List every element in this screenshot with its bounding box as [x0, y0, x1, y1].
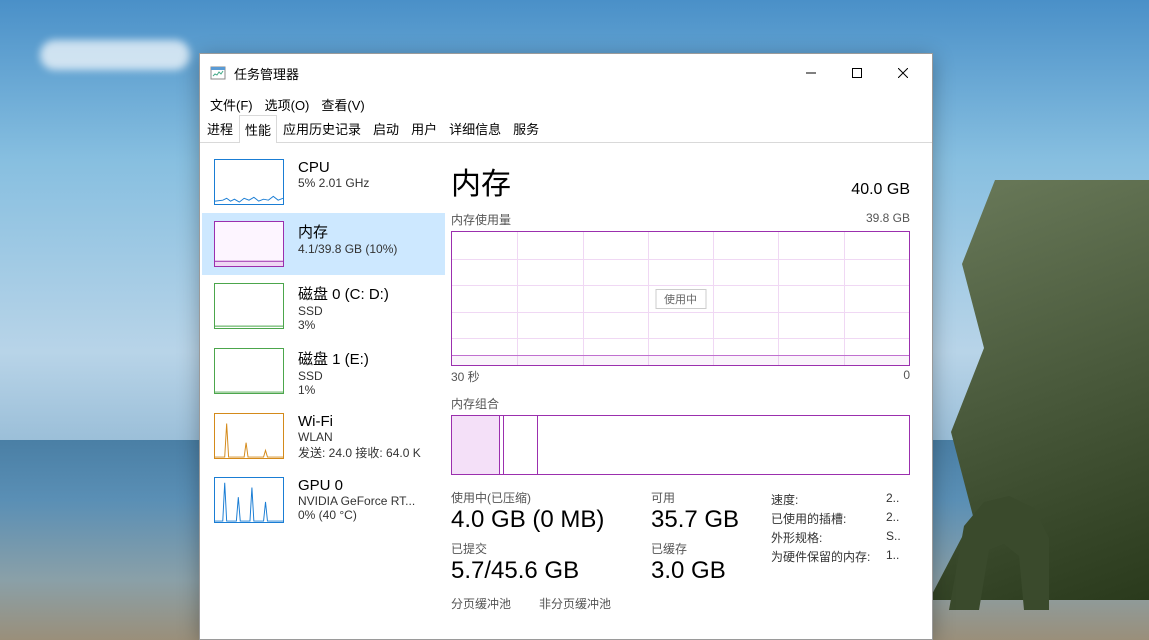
sidebar-item-disk0[interactable]: 磁盘 0 (C: D:) SSD 3%	[202, 275, 445, 340]
minimize-icon	[806, 68, 816, 78]
tab-performance[interactable]: 性能	[239, 115, 277, 143]
tab-processes[interactable]: 进程	[201, 114, 239, 142]
tabbar: 进程 性能 应用历史记录 启动 用户 详细信息 服务	[200, 116, 932, 143]
content-area: CPU 5% 2.01 GHz 内存 4.1/39.8 GB (10%) 磁盘 …	[200, 143, 932, 639]
available-label: 可用	[651, 489, 751, 506]
wifi-thumb	[214, 413, 284, 459]
reserved-val: 1..	[886, 548, 899, 565]
speed-key: 速度:	[771, 491, 886, 508]
window-controls	[788, 58, 926, 88]
disk0-thumb	[214, 283, 284, 329]
menu-file[interactable]: 文件(F)	[204, 93, 259, 116]
menu-options[interactable]: 选项(O)	[259, 93, 316, 116]
time-axis-left: 30 秒	[451, 368, 480, 385]
disk0-sub1: SSD	[298, 304, 433, 318]
cpu-title: CPU	[298, 159, 433, 176]
gpu-sub1: NVIDIA GeForce RT...	[298, 494, 433, 508]
disk1-sub2: 1%	[298, 383, 433, 397]
pool-row: 分页缓冲池 非分页缓冲池	[451, 595, 910, 612]
window-title: 任务管理器	[234, 64, 788, 83]
form-key: 外形规格:	[771, 529, 886, 546]
speed-val: 2..	[886, 491, 899, 508]
cached-value: 3.0 GB	[651, 557, 751, 585]
usage-chart-max: 39.8 GB	[866, 211, 910, 228]
tab-users[interactable]: 用户	[405, 114, 443, 142]
usage-band	[452, 355, 909, 365]
menubar: 文件(F) 选项(O) 查看(V)	[200, 92, 932, 116]
tab-details[interactable]: 详细信息	[443, 114, 507, 142]
sidebar-item-gpu[interactable]: GPU 0 NVIDIA GeForce RT... 0% (40 °C)	[202, 469, 445, 531]
time-axis-right: 0	[903, 368, 910, 385]
reserved-key: 为硬件保留的内存:	[771, 548, 886, 565]
committed-label: 已提交	[451, 540, 631, 557]
sidebar: CPU 5% 2.01 GHz 内存 4.1/39.8 GB (10%) 磁盘 …	[200, 143, 447, 639]
cpu-thumb	[214, 159, 284, 205]
comp-standby	[504, 416, 538, 474]
gpu-title: GPU 0	[298, 477, 433, 494]
slots-key: 已使用的插槽:	[771, 510, 886, 527]
wifi-sub1: WLAN	[298, 430, 433, 444]
tab-startup[interactable]: 启动	[367, 114, 405, 142]
maximize-icon	[852, 68, 862, 78]
disk1-thumb	[214, 348, 284, 394]
in-use-tag: 使用中	[655, 289, 706, 309]
desktop-cloud	[40, 40, 190, 70]
sidebar-item-cpu[interactable]: CPU 5% 2.01 GHz	[202, 151, 445, 213]
sidebar-item-disk1[interactable]: 磁盘 1 (E:) SSD 1%	[202, 340, 445, 405]
tab-app-history[interactable]: 应用历史记录	[277, 114, 367, 142]
maximize-button[interactable]	[834, 58, 880, 88]
titlebar[interactable]: 任务管理器	[200, 54, 932, 92]
comp-free	[538, 416, 909, 474]
close-icon	[898, 68, 908, 78]
wifi-sub2: 发送: 24.0 接收: 64.0 K	[298, 444, 433, 461]
memory-composition-bar[interactable]	[451, 415, 910, 475]
memory-title: 内存	[298, 221, 433, 242]
menu-view[interactable]: 查看(V)	[315, 93, 370, 116]
gpu-sub2: 0% (40 °C)	[298, 508, 433, 522]
page-title: 内存	[451, 159, 511, 203]
main-panel: 内存 40.0 GB 内存使用量 39.8 GB 使用中 30 秒 0 内存组合	[447, 143, 932, 639]
stats-row: 使用中(已压缩) 4.0 GB (0 MB) 已提交 5.7/45.6 GB 可…	[451, 489, 910, 591]
paged-pool-label: 分页缓冲池	[451, 595, 511, 612]
in-use-value: 4.0 GB (0 MB)	[451, 506, 631, 534]
comp-in-use	[452, 416, 500, 474]
cached-label: 已缓存	[651, 540, 751, 557]
disk1-sub1: SSD	[298, 369, 433, 383]
slots-val: 2..	[886, 510, 899, 527]
nonpaged-pool-label: 非分页缓冲池	[539, 595, 611, 612]
memory-thumb	[214, 221, 284, 267]
cpu-sub: 5% 2.01 GHz	[298, 176, 433, 190]
disk0-sub2: 3%	[298, 318, 433, 332]
disk1-title: 磁盘 1 (E:)	[298, 348, 433, 369]
minimize-button[interactable]	[788, 58, 834, 88]
tab-services[interactable]: 服务	[507, 114, 545, 142]
memory-total: 40.0 GB	[851, 181, 910, 199]
sidebar-item-wifi[interactable]: Wi-Fi WLAN 发送: 24.0 接收: 64.0 K	[202, 405, 445, 469]
usage-chart-label: 内存使用量	[451, 211, 511, 228]
committed-value: 5.7/45.6 GB	[451, 557, 631, 585]
sidebar-item-memory[interactable]: 内存 4.1/39.8 GB (10%)	[202, 213, 445, 275]
available-value: 35.7 GB	[651, 506, 751, 534]
memory-sub: 4.1/39.8 GB (10%)	[298, 242, 433, 256]
disk0-title: 磁盘 0 (C: D:)	[298, 283, 433, 304]
in-use-label: 使用中(已压缩)	[451, 489, 631, 506]
wifi-title: Wi-Fi	[298, 413, 433, 430]
gpu-thumb	[214, 477, 284, 523]
memory-usage-chart[interactable]: 使用中	[451, 231, 910, 366]
close-button[interactable]	[880, 58, 926, 88]
task-manager-window: 任务管理器 文件(F) 选项(O) 查看(V) 进程 性能 应用历史记录 启动 …	[199, 53, 933, 640]
composition-label: 内存组合	[451, 395, 910, 412]
app-icon	[210, 65, 226, 81]
form-val: S..	[886, 529, 901, 546]
